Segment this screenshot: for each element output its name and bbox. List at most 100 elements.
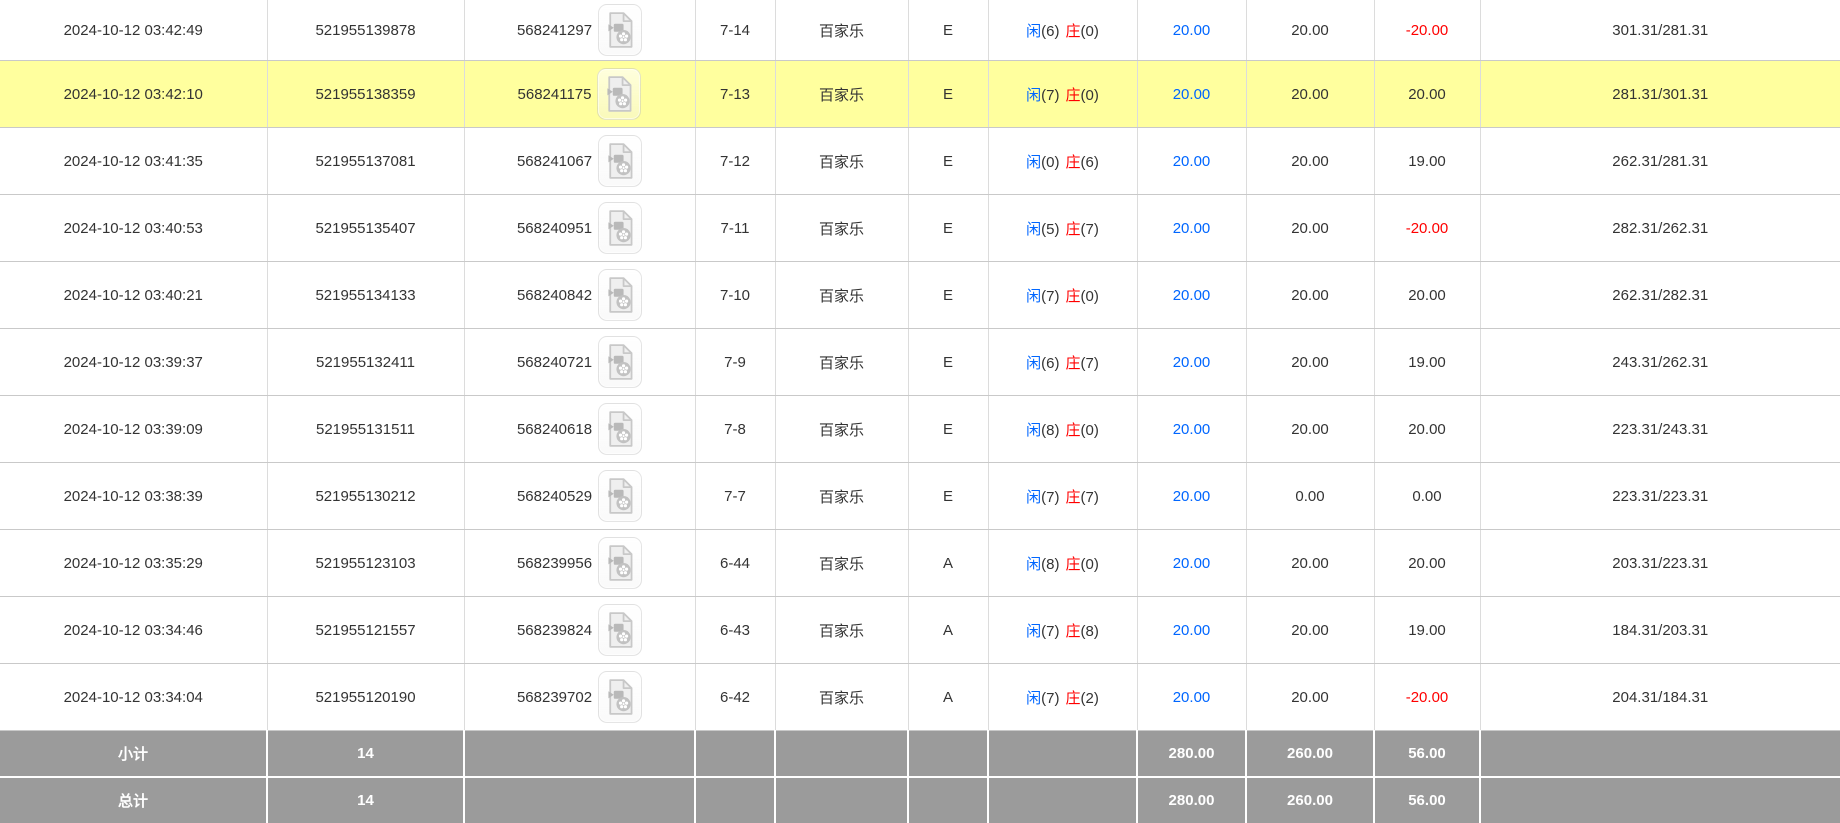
bet-amount[interactable]: 20.00 [1137,128,1246,195]
table-row[interactable]: 2024-10-12 03:38:39 521955130212 5682405… [0,463,1840,530]
shoe-round: 7-9 [695,329,775,396]
table-row[interactable]: 2024-10-12 03:39:37 521955132411 5682407… [0,329,1840,396]
table-code: A [908,597,988,664]
game-name: 百家乐 [775,530,908,597]
summary-label: 小计 [0,731,267,778]
bet-time: 2024-10-12 03:42:49 [0,0,267,61]
round-id: 568239824 [517,622,592,639]
round-id-cell: 568241175 [464,61,695,128]
bet-amount[interactable]: 20.00 [1137,195,1246,262]
game-result: 闲(5)庄(7) [988,195,1137,262]
bet-amount[interactable]: 20.00 [1137,664,1246,731]
banker-points: (0) [1081,87,1099,104]
shoe-round: 7-14 [695,0,775,61]
valid-bet: 20.00 [1246,597,1374,664]
table-code: E [908,0,988,61]
video-replay-button[interactable] [598,537,642,589]
game-result: 闲(6)庄(0) [988,0,1137,61]
valid-bet: 0.00 [1246,463,1374,530]
bet-amount[interactable]: 20.00 [1137,0,1246,61]
video-replay-button[interactable] [598,403,642,455]
game-result: 闲(0)庄(6) [988,128,1137,195]
order-id: 521955137081 [267,128,464,195]
player-label: 闲 [1026,489,1041,506]
bet-amount[interactable]: 20.00 [1137,597,1246,664]
table-row[interactable]: 2024-10-12 03:35:29 521955123103 5682399… [0,530,1840,597]
valid-bet: 20.00 [1246,128,1374,195]
player-points: (7) [1041,288,1059,305]
round-id: 568241175 [518,86,592,103]
round-id-cell: 568240721 [464,329,695,396]
banker-points: (0) [1081,288,1099,305]
video-replay-button[interactable] [598,269,642,321]
video-file-icon [603,74,635,114]
order-id: 521955121557 [267,597,464,664]
video-replay-button[interactable] [598,671,642,723]
summary-winloss-total: 56.00 [1374,777,1480,823]
bet-amount[interactable]: 20.00 [1137,262,1246,329]
summary-count: 14 [267,731,464,778]
table-row[interactable]: 2024-10-12 03:39:09 521955131511 5682406… [0,396,1840,463]
table-row[interactable]: 2024-10-12 03:40:21 521955134133 5682408… [0,262,1840,329]
round-id-cell: 568241067 [464,128,695,195]
game-name: 百家乐 [775,195,908,262]
summary-empty-cell [464,777,695,823]
player-label: 闲 [1026,23,1041,40]
table-row[interactable]: 2024-10-12 03:42:10 521955138359 5682411… [0,61,1840,128]
player-points: (6) [1041,355,1059,372]
order-id: 521955132411 [267,329,464,396]
table-row[interactable]: 2024-10-12 03:34:04 521955120190 5682397… [0,664,1840,731]
table-code: A [908,530,988,597]
bet-time: 2024-10-12 03:34:46 [0,597,267,664]
round-id: 568239956 [517,555,592,572]
bet-amount[interactable]: 20.00 [1137,530,1246,597]
table-row[interactable]: 2024-10-12 03:41:35 521955137081 5682410… [0,128,1840,195]
bet-time: 2024-10-12 03:34:04 [0,664,267,731]
valid-bet: 20.00 [1246,329,1374,396]
order-id: 521955120190 [267,664,464,731]
summary-empty-cell [908,731,988,778]
banker-points: (0) [1081,556,1099,573]
round-id-cell: 568240529 [464,463,695,530]
round-id: 568241297 [517,22,592,39]
bet-amount[interactable]: 20.00 [1137,463,1246,530]
summary-empty-cell [695,731,775,778]
video-replay-button[interactable] [598,470,642,522]
banker-label: 庄 [1066,221,1081,238]
round-id-cell: 568240951 [464,195,695,262]
banker-points: (2) [1081,690,1099,707]
banker-label: 庄 [1066,154,1081,171]
video-file-icon [604,476,636,516]
balance: 243.31/262.31 [1480,329,1840,396]
table-row[interactable]: 2024-10-12 03:34:46 521955121557 5682398… [0,597,1840,664]
summary-winloss-total: 56.00 [1374,731,1480,778]
game-result: 闲(7)庄(0) [988,61,1137,128]
summary-empty-cell [988,777,1137,823]
game-name: 百家乐 [775,329,908,396]
summary-empty-cell [775,777,908,823]
video-replay-button[interactable] [598,4,642,56]
player-label: 闲 [1026,556,1041,573]
order-id: 521955130212 [267,463,464,530]
table-row[interactable]: 2024-10-12 03:40:53 521955135407 5682409… [0,195,1840,262]
banker-label: 庄 [1066,690,1081,707]
balance: 204.31/184.31 [1480,664,1840,731]
balance: 223.31/223.31 [1480,463,1840,530]
table-row[interactable]: 2024-10-12 03:42:49 521955139878 5682412… [0,0,1840,61]
video-replay-button[interactable] [597,68,641,120]
round-id-cell: 568239702 [464,664,695,731]
game-name: 百家乐 [775,0,908,61]
video-replay-button[interactable] [598,202,642,254]
banker-points: (0) [1081,23,1099,40]
shoe-round: 6-43 [695,597,775,664]
order-id: 521955135407 [267,195,464,262]
bet-time: 2024-10-12 03:41:35 [0,128,267,195]
video-replay-button[interactable] [598,336,642,388]
bet-amount[interactable]: 20.00 [1137,329,1246,396]
summary-bet-total: 280.00 [1137,777,1246,823]
game-result: 闲(7)庄(7) [988,463,1137,530]
video-replay-button[interactable] [598,135,642,187]
bet-amount[interactable]: 20.00 [1137,396,1246,463]
bet-amount[interactable]: 20.00 [1137,61,1246,128]
video-replay-button[interactable] [598,604,642,656]
